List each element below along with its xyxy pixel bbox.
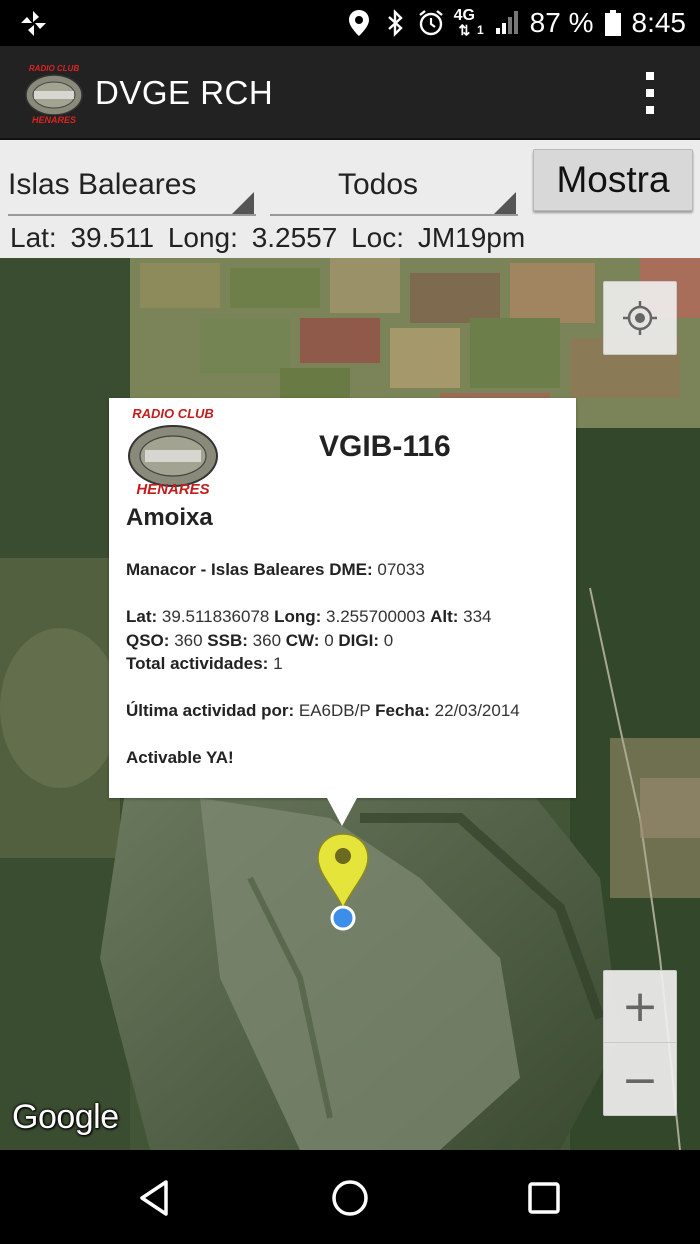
qso-value: 360 <box>174 630 203 650</box>
recents-icon[interactable] <box>520 1174 568 1222</box>
app-bar: RADIO CLUB HENARES DVGE RCH <box>0 46 700 140</box>
coordinates-readout: Lat: 39.511 Long: 3.2557 Loc: JM19pm <box>10 222 531 254</box>
long-value: 3.2557 <box>251 222 338 253</box>
cw-value: 0 <box>324 630 334 650</box>
network-4g-icon: 4G ⇅ 1 <box>453 7 484 38</box>
battery-icon <box>604 10 621 36</box>
svg-text:RADIO CLUB: RADIO CLUB <box>29 64 79 73</box>
filter-panel: Islas Baleares Todos Mostra Lat: 39.511 … <box>0 140 700 258</box>
long-value: 3.255700003 <box>326 607 426 626</box>
ssb-value: 360 <box>252 630 282 650</box>
long-label: Long: <box>167 222 238 253</box>
total-value: 1 <box>273 654 283 673</box>
dropdown-arrow-icon <box>232 192 254 214</box>
dropdown-arrow-icon <box>494 192 516 214</box>
my-location-button[interactable] <box>603 281 677 355</box>
app-title: DVGE RCH <box>95 74 274 111</box>
clock: 8:45 <box>631 7 687 38</box>
show-button[interactable]: Mostra <box>533 149 693 211</box>
lat-label: Lat: <box>10 222 57 253</box>
bluetooth-icon <box>387 9 403 37</box>
zoom-out-button[interactable]: − <box>604 1044 676 1116</box>
type-value: Todos <box>338 168 419 201</box>
station-details: Manacor - Islas Baleares DME: 07033 Lat:… <box>126 558 520 770</box>
alarm-icon <box>418 10 443 36</box>
last-activity-label: Última actividad por: <box>126 701 295 720</box>
location-line: Manacor - Islas Baleares DME: 07033 <box>126 558 520 582</box>
marker-info-window[interactable]: RADIO CLUB HENARES VGIB-116 Amoixa Manac… <box>109 398 576 798</box>
navigation-bar <box>0 1150 700 1244</box>
battery-percent: 87 % <box>529 7 594 38</box>
date-label: Fecha: <box>375 701 430 720</box>
alt-label: Alt: <box>430 607 459 626</box>
coords-line: Lat: 39.511836078 Long: 3.255700003 Alt:… <box>126 605 520 629</box>
activable-status: Activable YA! <box>126 748 234 767</box>
last-activity-line: Última actividad por: EA6DB/P Fecha: 22/… <box>126 699 520 723</box>
lat-value: 39.511836078 <box>161 607 270 626</box>
loc-value: JM19pm <box>417 222 526 253</box>
radio-club-logo: RADIO CLUB HENARES <box>24 63 84 125</box>
cw-label: CW: <box>285 630 320 650</box>
qso-line: QSO: 360 SSB: 360 CW: 0 DIGI: 0 <box>126 629 520 653</box>
logo-top-text: RADIO CLUB <box>132 406 214 421</box>
home-icon[interactable] <box>326 1174 374 1222</box>
lat-value: 39.511 <box>70 222 155 253</box>
dme-value: 07033 <box>377 560 425 579</box>
region-value: Islas Baleares <box>8 168 197 201</box>
lat-label: Lat: <box>126 607 158 626</box>
region-dropdown[interactable]: Islas Baleares <box>8 156 256 216</box>
network-type: 4G <box>453 7 475 24</box>
satellite-map[interactable]: RADIO CLUB HENARES VGIB-116 Amoixa Manac… <box>0 258 700 1150</box>
digi-value: 0 <box>383 630 394 650</box>
place-text: Manacor - Islas Baleares <box>126 560 325 579</box>
svg-text:HENARES: HENARES <box>32 115 76 125</box>
sim-number: 1 <box>476 23 484 37</box>
location-icon <box>348 10 369 36</box>
alt-value: 334 <box>463 607 492 626</box>
info-window-pointer <box>327 798 357 826</box>
loc-label: Loc: <box>351 222 405 253</box>
dme-label: DME: <box>329 560 373 579</box>
date-value: 22/03/2014 <box>434 701 520 720</box>
zoom-controls: + − <box>603 970 677 1116</box>
total-line: Total actividades: 1 <box>126 652 520 676</box>
pinwheel-icon <box>21 11 46 36</box>
type-dropdown[interactable]: Todos <box>270 156 518 216</box>
activable-line: Activable YA! <box>126 746 520 770</box>
zoom-in-button[interactable]: + <box>604 971 676 1043</box>
logo-bottom-text: HENARES <box>136 481 209 498</box>
status-bar: 4G ⇅ 1 87 % 8:45 <box>0 0 700 46</box>
google-attribution: Google <box>12 1098 119 1136</box>
radio-club-logo: RADIO CLUB HENARES <box>128 406 218 498</box>
overflow-menu-icon[interactable] <box>644 72 656 114</box>
my-location-icon <box>623 301 657 335</box>
station-name: Amoixa <box>126 504 213 531</box>
signal-icon <box>495 11 518 34</box>
long-label: Long: <box>274 607 322 626</box>
qso-label: QSO: <box>126 630 170 650</box>
station-code: VGIB-116 <box>319 430 451 463</box>
map-marker-icon[interactable] <box>316 830 370 934</box>
digi-label: DIGI: <box>338 630 379 650</box>
back-icon[interactable] <box>132 1174 180 1222</box>
ssb-label: SSB: <box>207 630 248 650</box>
total-label: Total actividades: <box>126 654 269 673</box>
last-activity-value: EA6DB/P <box>298 701 371 720</box>
